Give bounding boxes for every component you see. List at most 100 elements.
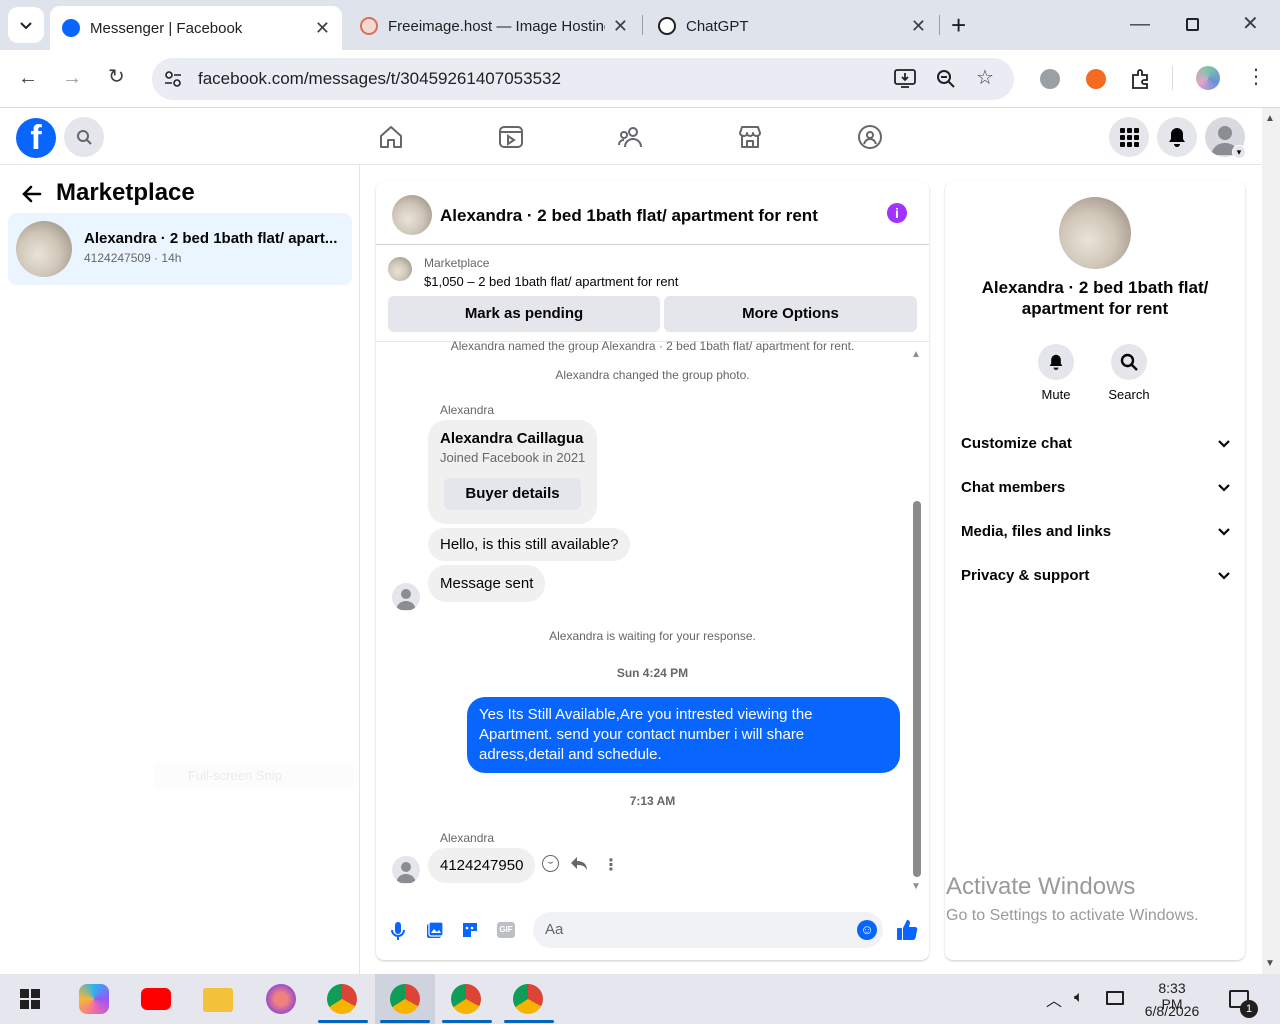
incoming-message[interactable]: 4124247950: [428, 848, 536, 883]
browser-menu-icon[interactable]: ⋮: [1246, 67, 1266, 87]
profile-avatar[interactable]: [1196, 66, 1220, 90]
emoji-icon[interactable]: ☺: [857, 920, 877, 940]
more-actions-icon[interactable]: ⋮: [603, 855, 619, 875]
mark-pending-button[interactable]: Mark as pending: [388, 296, 660, 332]
like-thumb-icon[interactable]: [896, 919, 918, 941]
scroll-up-arrow-icon[interactable]: ▲: [911, 349, 921, 360]
notifications-button[interactable]: [1157, 117, 1197, 157]
react-icon[interactable]: ⌣: [542, 855, 559, 872]
chrome-profile-1-icon[interactable]: [327, 984, 357, 1014]
conversation-name: Alexandra · 2 bed 1bath flat/ apart...: [84, 230, 338, 247]
youtube-app-icon[interactable]: [141, 988, 171, 1010]
close-tab-icon[interactable]: ✕: [613, 16, 628, 37]
search-conversation-button[interactable]: [1111, 344, 1147, 380]
scroll-down-arrow-icon[interactable]: ▼: [1265, 958, 1275, 969]
chat-scrollbar-thumb[interactable]: [913, 501, 921, 877]
person-icon: [396, 862, 416, 883]
nav-groups[interactable]: [857, 124, 883, 155]
page-scrollbar[interactable]: [1262, 108, 1280, 974]
reply-icon[interactable]: [570, 856, 588, 872]
account-chevron-icon[interactable]: ▾: [1232, 145, 1246, 159]
chat-header-title[interactable]: Alexandra · 2 bed 1bath flat/ apartment …: [440, 206, 818, 226]
incoming-message[interactable]: Message sent: [428, 565, 546, 602]
chrome-profile-3-icon[interactable]: [451, 984, 481, 1014]
address-bar[interactable]: facebook.com/messages/t/3045926140705353…: [152, 58, 1014, 100]
facebook-search-button[interactable]: [64, 117, 104, 157]
network-icon[interactable]: [1106, 991, 1124, 1005]
new-tab-button[interactable]: +: [951, 10, 966, 41]
tab-separator: [939, 15, 940, 35]
chat-header-thumbnail[interactable]: [392, 195, 432, 235]
tab-freeimage[interactable]: Freeimage.host — Image Hosting ✕: [348, 6, 640, 46]
notification-count-badge: 1: [1240, 1000, 1258, 1018]
back-arrow-icon[interactable]: [22, 184, 42, 204]
back-icon[interactable]: ←: [18, 68, 38, 88]
tab-chatgpt[interactable]: ChatGPT ✕: [646, 6, 938, 46]
conversation-meta: 4124247509 · 14h: [84, 251, 182, 265]
microphone-icon[interactable]: [390, 921, 406, 941]
sender-avatar[interactable]: [392, 856, 420, 884]
facebook-logo-icon[interactable]: f: [16, 118, 56, 158]
close-tab-icon[interactable]: ✕: [315, 18, 330, 39]
chrome-profile-4-icon[interactable]: [513, 984, 543, 1014]
chrome-profile-2-icon[interactable]: [390, 984, 420, 1014]
zoom-icon[interactable]: [936, 69, 956, 89]
gif-button[interactable]: GIF: [497, 922, 515, 938]
extension-orange-icon[interactable]: [1086, 69, 1106, 89]
nav-marketplace[interactable]: [737, 124, 763, 155]
browser-toolbar: ← → ↻ facebook.com/messages/t/3045926140…: [0, 50, 1280, 108]
photo-attach-icon[interactable]: [426, 921, 444, 939]
snipping-tool-icon[interactable]: [266, 984, 296, 1014]
tab-title: Freeimage.host — Image Hosting: [388, 17, 605, 35]
minimize-window-icon[interactable]: —: [1130, 14, 1150, 34]
restore-window-icon[interactable]: [1186, 18, 1199, 31]
sticker-icon[interactable]: [461, 921, 479, 939]
nav-video[interactable]: [498, 124, 524, 155]
section-customize-chat[interactable]: Customize chat: [961, 421, 1231, 465]
scroll-down-arrow-icon[interactable]: ▼: [911, 881, 921, 892]
more-options-button[interactable]: More Options: [664, 296, 917, 332]
search-icon: [1120, 353, 1138, 371]
close-window-icon[interactable]: ✕: [1242, 14, 1259, 34]
forward-icon[interactable]: →: [62, 68, 82, 88]
tab-title: ChatGPT: [686, 17, 749, 35]
nav-friends[interactable]: [618, 124, 644, 155]
snip-ghost-label: Full-screen Snip: [154, 764, 354, 788]
conversation-item[interactable]: Alexandra · 2 bed 1bath flat/ apart... 4…: [8, 213, 352, 285]
file-explorer-icon[interactable]: [203, 988, 233, 1012]
site-settings-icon[interactable]: [164, 70, 182, 88]
mute-button[interactable]: [1038, 344, 1074, 380]
outgoing-message[interactable]: Yes Its Still Available,Are you intreste…: [467, 697, 900, 773]
info-icon[interactable]: i: [887, 203, 907, 223]
section-chat-members[interactable]: Chat members: [961, 465, 1231, 509]
copilot-app-icon[interactable]: [79, 984, 109, 1014]
chevron-down-icon: [20, 22, 32, 30]
nav-home[interactable]: [378, 124, 404, 155]
incoming-message[interactable]: Hello, is this still available?: [428, 528, 631, 561]
reload-icon[interactable]: ↻: [108, 67, 125, 87]
buyer-details-button[interactable]: Buyer details: [444, 478, 581, 510]
menu-grid-button[interactable]: [1109, 117, 1149, 157]
windows-start-icon[interactable]: [20, 989, 40, 1009]
close-tab-icon[interactable]: ✕: [911, 16, 926, 37]
bookmark-star-icon[interactable]: ☆: [976, 68, 994, 88]
vpn-globe-icon[interactable]: [1040, 69, 1060, 89]
section-privacy-support[interactable]: Privacy & support: [961, 553, 1231, 597]
section-media-files-links[interactable]: Media, files and links: [961, 509, 1231, 553]
message-input-placeholder: Aa: [545, 921, 564, 938]
show-hidden-icons-chevron-up-icon[interactable]: ︿: [1046, 987, 1062, 1011]
timestamp: 7:13 AM: [629, 794, 676, 808]
volume-icon[interactable]: 🔈︎: [1074, 989, 1084, 1007]
extensions-puzzle-icon[interactable]: [1130, 68, 1152, 90]
chevron-down-icon: [1218, 528, 1230, 536]
sender-avatar[interactable]: [392, 583, 420, 611]
clock-date[interactable]: 6/8/2026: [1140, 1003, 1204, 1019]
tab-messenger[interactable]: Messenger | Facebook ✕: [50, 6, 342, 50]
message-input[interactable]: Aa ☺: [533, 912, 883, 948]
listing-summary[interactable]: $1,050 – 2 bed 1bath flat/ apartment for…: [424, 274, 678, 289]
install-app-icon[interactable]: [894, 69, 916, 89]
facebook-favicon-icon: [62, 19, 80, 37]
tab-search-button[interactable]: [8, 7, 44, 43]
buyer-name: Alexandra Caillagua: [440, 430, 584, 447]
scroll-up-arrow-icon[interactable]: ▲: [1265, 113, 1275, 124]
